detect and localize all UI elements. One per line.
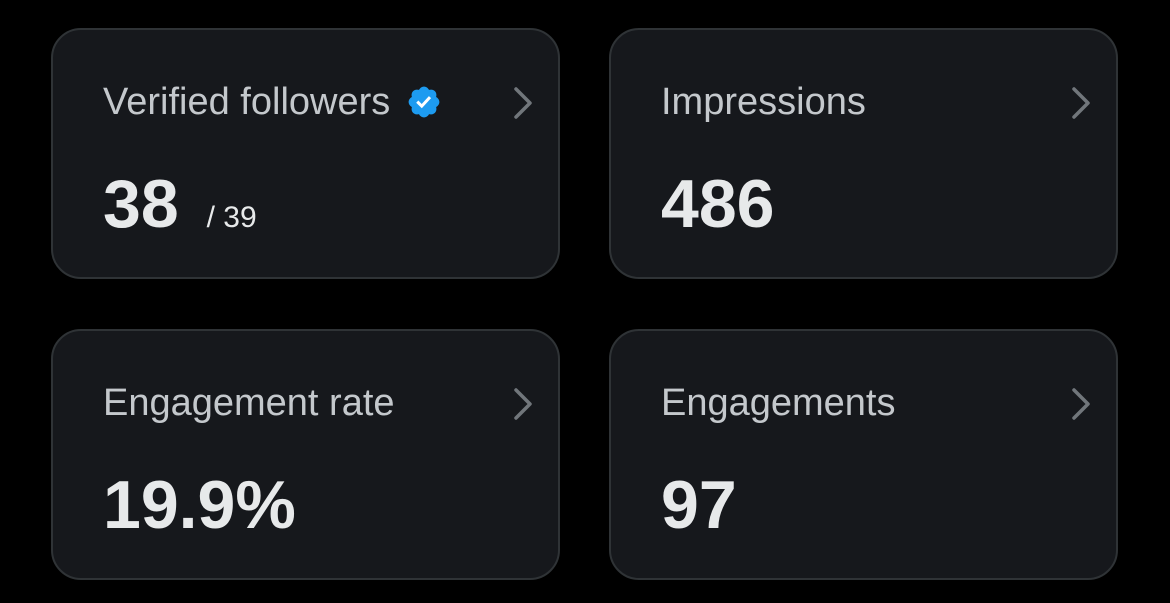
card-total: / 39 — [206, 201, 257, 234]
chevron-right-icon — [1072, 87, 1090, 119]
card-label: Engagement rate — [103, 382, 395, 424]
card-value: 486 — [661, 166, 775, 242]
chevron-right-icon — [514, 87, 532, 119]
card-header: Verified followers — [103, 78, 442, 126]
card-value-row: 19.9% — [103, 467, 296, 543]
impressions-card[interactable]: Impressions 486 — [609, 28, 1118, 279]
analytics-grid: Verified followers 38 / 39 Impressions 4… — [0, 0, 1170, 603]
engagements-card[interactable]: Engagements 97 — [609, 329, 1118, 580]
verified-followers-card[interactable]: Verified followers 38 / 39 — [51, 28, 560, 279]
card-value: 38 — [103, 166, 179, 242]
verified-badge-icon — [408, 86, 440, 118]
card-header: Engagements — [661, 379, 896, 427]
card-value: 19.9% — [103, 467, 296, 543]
card-label: Engagements — [661, 382, 896, 424]
card-value-row: 38 / 39 — [103, 166, 257, 242]
card-header: Impressions — [661, 78, 866, 126]
card-value: 97 — [661, 467, 737, 543]
card-value-row: 97 — [661, 467, 737, 543]
card-value-row: 486 — [661, 166, 774, 242]
chevron-right-icon — [1072, 388, 1090, 420]
chevron-right-icon — [514, 388, 532, 420]
engagement-rate-card[interactable]: Engagement rate 19.9% — [51, 329, 560, 580]
card-label: Impressions — [661, 81, 866, 123]
card-header: Engagement rate — [103, 379, 395, 427]
card-label: Verified followers — [103, 81, 391, 123]
